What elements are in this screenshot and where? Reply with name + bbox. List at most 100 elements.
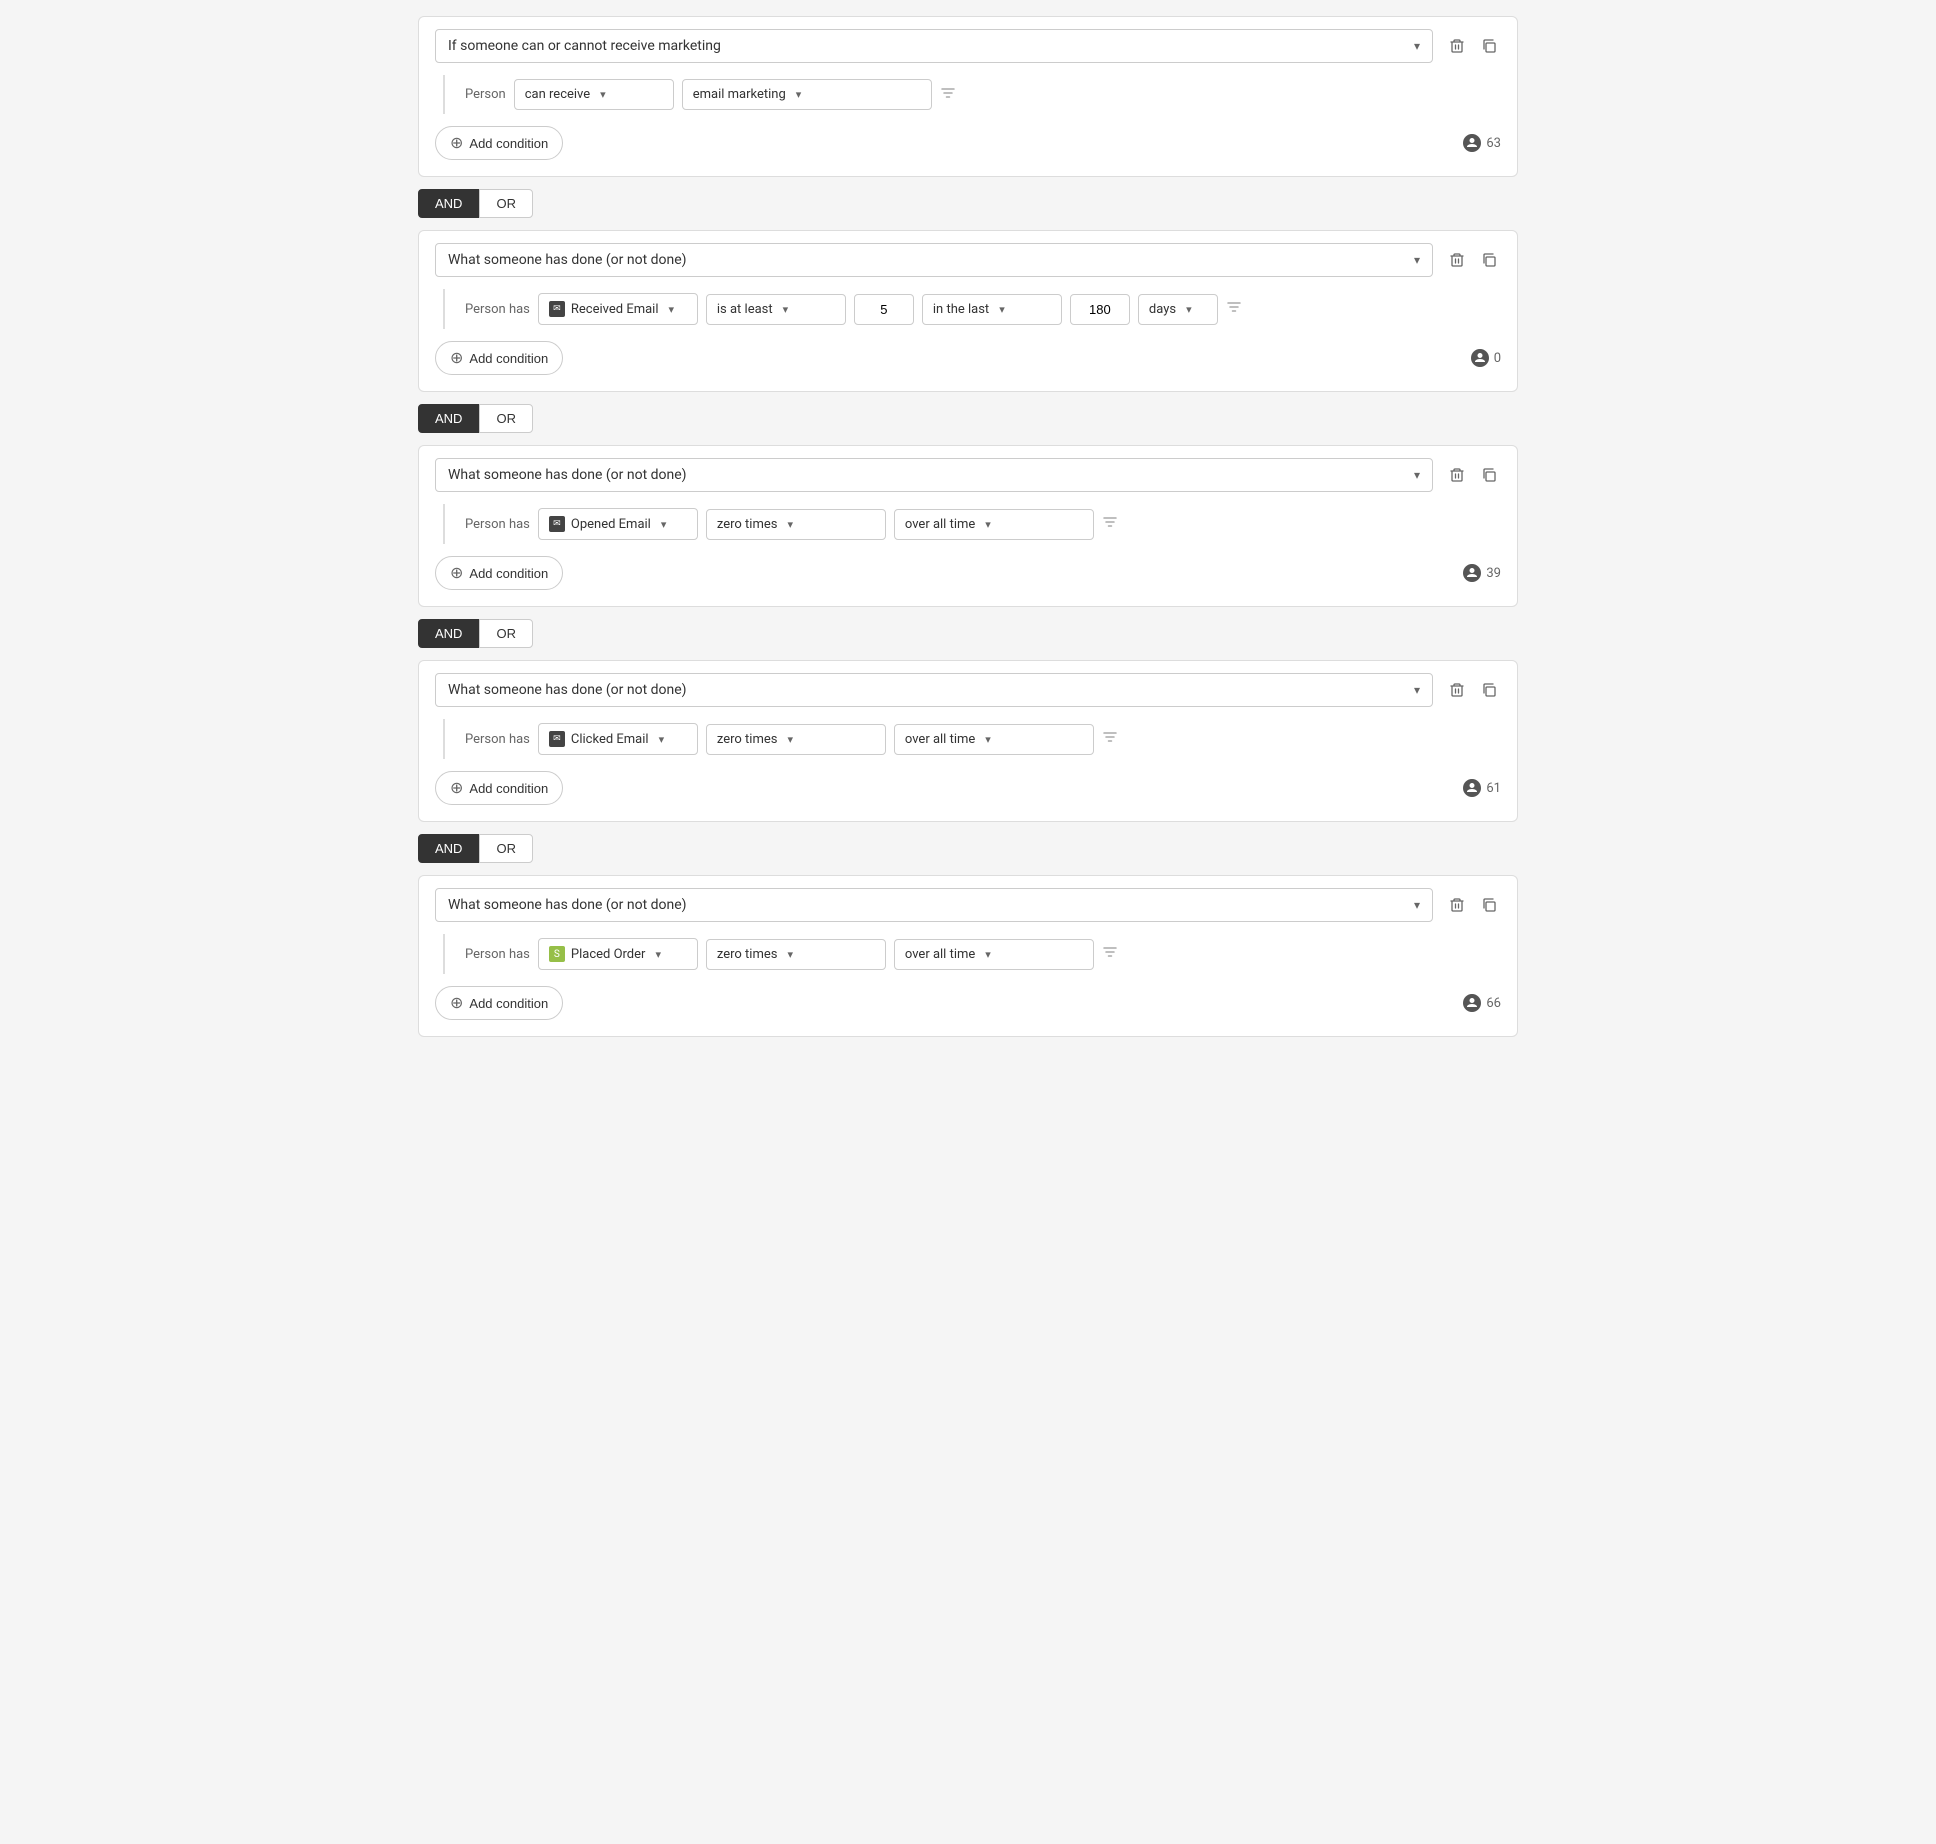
condition-title-select-1[interactable]: If someone can or cannot receive marketi… [435, 29, 1433, 63]
or-button-2[interactable]: OR [479, 404, 533, 433]
condition-title-select-2[interactable]: What someone has done (or not done) ▾ [435, 243, 1433, 277]
or-button-4[interactable]: OR [479, 834, 533, 863]
condition-row-4: Person has ✉ Clicked Email ▾ zero times … [443, 719, 1501, 759]
or-button-1[interactable]: OR [479, 189, 533, 218]
chevron-icon-1: ▾ [1414, 39, 1420, 53]
and-button-1[interactable]: AND [418, 189, 479, 218]
filter-icon-5[interactable] [1102, 944, 1118, 964]
field-4-1[interactable]: zero times ▾ [706, 724, 886, 755]
person-count-2: 0 [1471, 349, 1501, 367]
shopify-icon-5-0: S [549, 946, 565, 962]
copy-button-4[interactable] [1477, 678, 1501, 702]
field-2-0[interactable]: ✉ Received Email ▾ [538, 293, 698, 325]
copy-button-3[interactable] [1477, 463, 1501, 487]
add-condition-row-4: ⊕ Add condition 61 [435, 771, 1501, 805]
copy-button-5[interactable] [1477, 893, 1501, 917]
condition-block-4: What someone has done (or not done) ▾ [418, 660, 1518, 822]
filter-icon-1[interactable] [940, 85, 956, 105]
and-button-2[interactable]: AND [418, 404, 479, 433]
person-count-icon-2 [1471, 349, 1489, 367]
plus-icon-4: ⊕ [450, 778, 463, 798]
person-count-icon-1 [1463, 134, 1481, 152]
person-label-1: Person [465, 87, 506, 102]
field-1-0[interactable]: can receive ▾ [514, 79, 674, 110]
field-2-3[interactable]: in the last ▾ [922, 294, 1062, 325]
copy-button-2[interactable] [1477, 248, 1501, 272]
add-condition-label-2: Add condition [469, 351, 548, 366]
field-3-0[interactable]: ✉ Opened Email ▾ [538, 508, 698, 540]
condition-actions-3 [1445, 463, 1501, 487]
delete-button-4[interactable] [1445, 678, 1469, 702]
delete-button-2[interactable] [1445, 248, 1469, 272]
condition-actions-2 [1445, 248, 1501, 272]
condition-title-text-3: What someone has done (or not done) [448, 467, 687, 483]
copy-button-1[interactable] [1477, 34, 1501, 58]
person-count-5: 66 [1463, 994, 1501, 1012]
person-label-2: Person has [465, 302, 530, 317]
chevron-field-3-1: ▾ [787, 518, 793, 531]
field-4-0[interactable]: ✉ Clicked Email ▾ [538, 723, 698, 755]
filter-icon-4[interactable] [1102, 729, 1118, 749]
delete-button-5[interactable] [1445, 893, 1469, 917]
field-2-0-value: Received Email [571, 302, 659, 317]
person-count-icon-5 [1463, 994, 1481, 1012]
field-4-2[interactable]: over all time ▾ [894, 724, 1094, 755]
field-2-4[interactable] [1070, 294, 1130, 325]
filter-icon-3[interactable] [1102, 514, 1118, 534]
condition-title-select-5[interactable]: What someone has done (or not done) ▾ [435, 888, 1433, 922]
field-3-0-value: Opened Email [571, 517, 651, 532]
field-2-3-value: in the last [933, 302, 989, 317]
field-2-5[interactable]: days ▾ [1138, 294, 1218, 325]
and-button-4[interactable]: AND [418, 834, 479, 863]
field-1-1-value: email marketing [693, 87, 786, 102]
condition-title-select-4[interactable]: What someone has done (or not done) ▾ [435, 673, 1433, 707]
field-3-1[interactable]: zero times ▾ [706, 509, 886, 540]
field-2-2[interactable] [854, 294, 914, 325]
count-text-2: 0 [1494, 351, 1501, 366]
field-2-5-value: days [1149, 302, 1176, 317]
add-condition-row-3: ⊕ Add condition 39 [435, 556, 1501, 590]
field-1-0-value: can receive [525, 87, 590, 102]
field-1-1[interactable]: email marketing ▾ [682, 79, 932, 110]
logic-row-4: AND OR [418, 834, 1518, 863]
add-condition-button-3[interactable]: ⊕ Add condition [435, 556, 563, 590]
chevron-field-3-0: ▾ [661, 518, 667, 531]
filter-icon-2[interactable] [1226, 299, 1242, 319]
add-condition-button-1[interactable]: ⊕ Add condition [435, 126, 563, 160]
field-3-2-value: over all time [905, 517, 975, 532]
add-condition-button-5[interactable]: ⊕ Add condition [435, 986, 563, 1020]
page-container: If someone can or cannot receive marketi… [418, 16, 1518, 1037]
field-5-0[interactable]: S Placed Order ▾ [538, 938, 698, 970]
condition-header-3: What someone has done (or not done) ▾ [435, 458, 1501, 492]
email-icon-3-0: ✉ [549, 516, 565, 532]
chevron-field-4-1: ▾ [787, 733, 793, 746]
add-condition-label-4: Add condition [469, 781, 548, 796]
condition-header-1: If someone can or cannot receive marketi… [435, 29, 1501, 63]
chevron-field-1-1: ▾ [796, 88, 802, 101]
and-button-3[interactable]: AND [418, 619, 479, 648]
delete-button-1[interactable] [1445, 34, 1469, 58]
field-3-2[interactable]: over all time ▾ [894, 509, 1094, 540]
count-text-3: 39 [1486, 566, 1501, 581]
plus-icon-5: ⊕ [450, 993, 463, 1013]
condition-title-select-3[interactable]: What someone has done (or not done) ▾ [435, 458, 1433, 492]
add-condition-button-4[interactable]: ⊕ Add condition [435, 771, 563, 805]
chevron-icon-3: ▾ [1414, 468, 1420, 482]
add-condition-button-2[interactable]: ⊕ Add condition [435, 341, 563, 375]
chevron-field-4-2: ▾ [985, 733, 991, 746]
delete-button-3[interactable] [1445, 463, 1469, 487]
field-2-1[interactable]: is at least ▾ [706, 294, 846, 325]
logic-row-2: AND OR [418, 404, 1518, 433]
chevron-field-2-0: ▾ [669, 303, 675, 316]
count-text-4: 61 [1486, 781, 1501, 796]
chevron-field-5-0: ▾ [655, 948, 661, 961]
field-5-1[interactable]: zero times ▾ [706, 939, 886, 970]
add-condition-row-1: ⊕ Add condition 63 [435, 126, 1501, 160]
field-5-2[interactable]: over all time ▾ [894, 939, 1094, 970]
condition-header-4: What someone has done (or not done) ▾ [435, 673, 1501, 707]
email-icon-2-0: ✉ [549, 301, 565, 317]
chevron-icon-4: ▾ [1414, 683, 1420, 697]
field-5-0-value: Placed Order [571, 947, 646, 962]
condition-row-3: Person has ✉ Opened Email ▾ zero times ▾… [443, 504, 1501, 544]
or-button-3[interactable]: OR [479, 619, 533, 648]
